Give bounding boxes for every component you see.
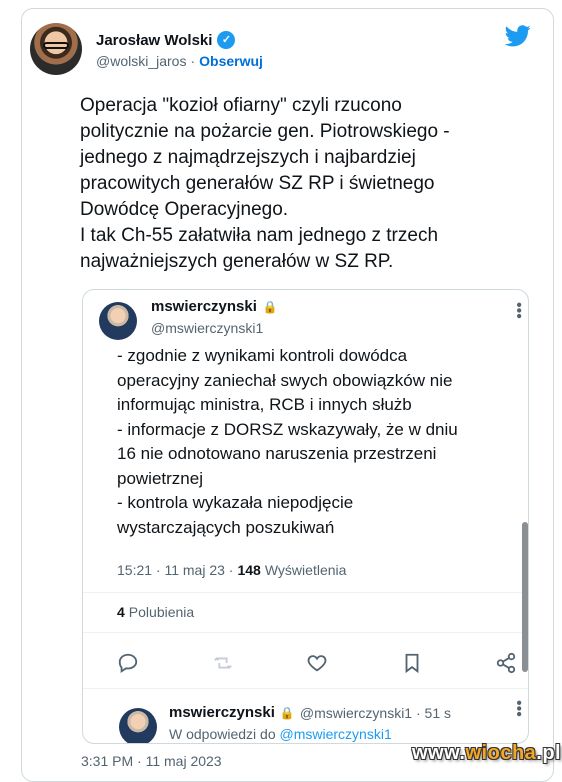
author-name-row: Jarosław Wolski ✓: [96, 31, 236, 49]
handle-separator: ·: [190, 53, 196, 69]
twitter-bird-icon[interactable]: [504, 25, 531, 47]
watermark-prefix: www.: [412, 742, 466, 764]
lock-icon: 🔒: [262, 299, 278, 314]
tweet-header: Jarosław Wolski ✓ @wolski_jaros · Obserw…: [22, 9, 553, 87]
reply-to-line: W odpowiedzi do @mswierczynski1: [169, 726, 392, 742]
avatar-glasses: [43, 42, 69, 49]
reply-name-row: mswierczynski 🔒 @mswierczynski1 · 51 s: [169, 704, 451, 721]
follow-button[interactable]: Obserwuj: [199, 53, 263, 69]
divider: [83, 688, 528, 689]
watermark-main: wiocha: [465, 742, 537, 764]
quoted-tweet-meta: 15:21 · 11 maj 23 · 148 Wyświetlenia: [117, 562, 346, 578]
quoted-author-avatar[interactable]: [99, 302, 137, 340]
likes-count: 4: [117, 604, 125, 620]
divider: [83, 592, 528, 593]
verified-badge-icon: ✓: [217, 31, 236, 49]
author-handle-row: @wolski_jaros · Obserwuj: [96, 53, 263, 69]
quoted-tweet-time[interactable]: 15:21 · 11 maj 23 ·: [117, 562, 233, 578]
divider: [83, 632, 528, 633]
likes-row[interactable]: 4 Polubienia: [117, 604, 194, 620]
views-label: Wyświetlenia: [264, 562, 347, 578]
reply-icon[interactable]: [117, 652, 139, 674]
more-options-icon[interactable]: •••: [510, 302, 527, 319]
author-handle[interactable]: @wolski_jaros: [96, 53, 186, 69]
author-avatar[interactable]: [30, 23, 82, 75]
reply-to-mention[interactable]: @mswierczynski1: [280, 726, 392, 742]
reply-author-display-name[interactable]: mswierczynski: [169, 704, 275, 721]
reply-more-options-icon[interactable]: •••: [510, 700, 527, 717]
reply-author-avatar[interactable]: [119, 708, 157, 743]
tweet-timestamp[interactable]: 3:31 PM · 11 maj 2023: [81, 753, 222, 769]
quoted-tweet-text: - zgodnie z wynikami kontroli dowódca op…: [117, 346, 458, 537]
retweet-icon[interactable]: [212, 652, 234, 674]
bookmark-icon[interactable]: [401, 652, 423, 674]
author-display-name[interactable]: Jarosław Wolski: [96, 32, 212, 49]
reply-to-prefix: W odpowiedzi do: [169, 726, 276, 742]
tweet-card: Jarosław Wolski ✓ @wolski_jaros · Obserw…: [21, 8, 554, 782]
tweet-actions-bar: [117, 652, 517, 674]
quoted-tweet-card[interactable]: mswierczynski 🔒 @mswierczynski1 ••• - zg…: [82, 289, 529, 744]
quoted-author-display-name[interactable]: mswierczynski: [151, 298, 257, 315]
views-count: 148: [237, 562, 261, 578]
scrollbar-thumb[interactable]: [522, 522, 528, 672]
likes-label: Polubienia: [128, 604, 195, 620]
watermark-suffix: .pl: [536, 742, 562, 764]
lock-icon: 🔒: [279, 705, 295, 720]
site-watermark: www.wiocha.pl: [412, 742, 561, 765]
quoted-author-name-row: mswierczynski 🔒: [151, 298, 278, 315]
quoted-author-handle[interactable]: @mswierczynski1: [151, 320, 263, 336]
like-heart-icon[interactable]: [306, 652, 328, 674]
tweet-body-text: Operacja "kozioł ofiarny" czyli rzucono …: [80, 95, 450, 272]
reply-author-handle[interactable]: @mswierczynski1 · 51 s: [300, 705, 451, 721]
share-icon[interactable]: [495, 652, 517, 674]
